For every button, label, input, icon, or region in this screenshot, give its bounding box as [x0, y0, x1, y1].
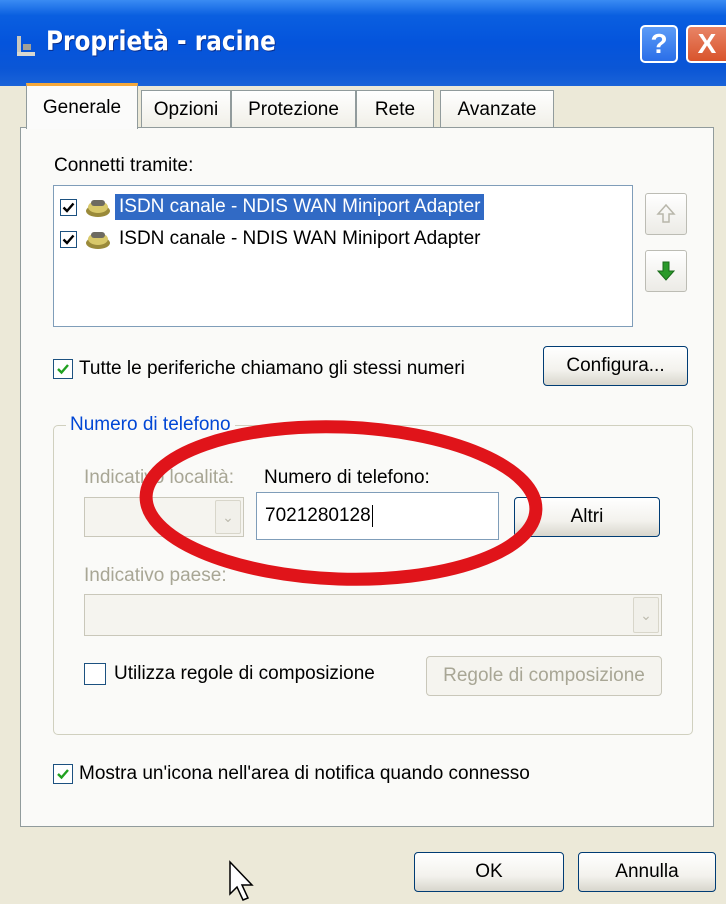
same-numbers-label: Tutte le periferiche chiamano gli stessi… [79, 358, 465, 379]
phone-number-input[interactable]: 7021280128 [256, 492, 499, 540]
tab-label: Protezione [248, 98, 339, 120]
chevron-down-icon: ⌄ [215, 500, 241, 534]
arrow-down-icon [656, 261, 676, 281]
area-code-select[interactable]: ⌄ [84, 497, 244, 537]
dialing-rules-button-label: Regole di composizione [443, 665, 645, 686]
tab-rete[interactable]: Rete [356, 90, 434, 128]
phone-number-label: Numero di telefono: [264, 467, 430, 488]
notify-label: Mostra un'icona nell'area di notifica qu… [79, 763, 530, 784]
tab-label: Generale [42, 96, 122, 118]
check-icon [57, 364, 69, 375]
tab-label: Opzioni [153, 98, 219, 120]
others-button-label: Altri [570, 506, 604, 527]
check-icon [62, 202, 75, 213]
move-down-button[interactable] [645, 250, 687, 292]
mouse-cursor-icon [229, 860, 254, 901]
same-numbers-checkbox[interactable] [53, 359, 73, 379]
properties-dialog: Proprietà - racine ? X Generale Opzioni … [0, 0, 726, 904]
tab-protezione[interactable]: Protezione [231, 90, 356, 128]
device-label: ISDN canale - NDIS WAN Miniport Adapter [115, 194, 485, 220]
window-title: Proprietà - racine [46, 26, 276, 57]
dialing-rules-label: Utilizza regole di composizione [114, 663, 375, 684]
configure-button[interactable]: Configura... [543, 346, 688, 386]
close-icon: X [697, 28, 717, 59]
chevron-down-icon: ⌄ [633, 597, 659, 633]
tab-label: Rete [374, 98, 416, 120]
modem-icon [86, 200, 110, 217]
device-checkbox[interactable] [60, 198, 77, 216]
phone-number-value: 7021280128 [265, 505, 371, 526]
text-caret [371, 505, 373, 527]
close-button[interactable]: X [686, 25, 726, 63]
move-up-button[interactable] [645, 193, 687, 235]
country-code-select[interactable]: ⌄ [84, 594, 662, 636]
dialing-rules-button[interactable]: Regole di composizione [426, 656, 662, 696]
notify-option[interactable]: Mostra un'icona nell'area di notifica qu… [53, 763, 530, 785]
tab-label: Avanzate [457, 98, 537, 120]
dialing-rules-option[interactable]: Utilizza regole di composizione [84, 663, 375, 685]
ok-button[interactable]: OK [414, 852, 564, 892]
list-item[interactable]: ISDN canale - NDIS WAN Miniport Adapter [60, 224, 484, 254]
same-numbers-option[interactable]: Tutte le periferiche chiamano gli stessi… [53, 358, 465, 380]
area-code-label: Indicativo località: [84, 467, 234, 488]
tab-opzioni[interactable]: Opzioni [141, 90, 231, 128]
device-checkbox[interactable] [60, 230, 77, 248]
phone-group-title: Numero di telefono [66, 414, 235, 436]
others-button[interactable]: Altri [514, 497, 660, 537]
tab-generale[interactable]: Generale [26, 83, 138, 129]
tab-avanzate[interactable]: Avanzate [440, 90, 554, 128]
connect-via-label: Connetti tramite: [54, 155, 194, 176]
dialing-rules-checkbox[interactable] [84, 663, 106, 685]
notify-checkbox[interactable] [53, 764, 73, 784]
connection-icon [17, 36, 35, 56]
device-list[interactable]: ISDN canale - NDIS WAN Miniport Adapter … [53, 185, 633, 327]
list-item[interactable]: ISDN canale - NDIS WAN Miniport Adapter [60, 192, 485, 222]
configure-button-label: Configura... [566, 355, 665, 376]
title-bar[interactable]: Proprietà - racine ? X [0, 0, 726, 86]
cancel-button-label: Annulla [615, 861, 679, 882]
ok-button-label: OK [475, 861, 503, 882]
check-icon [57, 769, 69, 780]
device-label: ISDN canale - NDIS WAN Miniport Adapter [119, 228, 481, 249]
country-code-label: Indicativo paese: [84, 565, 227, 586]
help-icon: ? [650, 28, 668, 59]
arrow-up-icon [656, 203, 676, 223]
cancel-button[interactable]: Annulla [578, 852, 716, 892]
check-icon [62, 234, 75, 245]
modem-icon [86, 232, 110, 249]
help-button[interactable]: ? [640, 25, 678, 63]
